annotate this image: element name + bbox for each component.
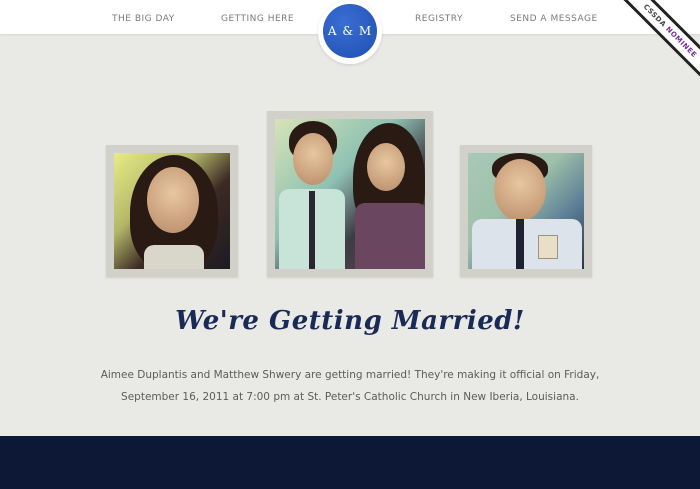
nav-link-registry[interactable]: REGISTRY [415,14,463,24]
footer-band [0,436,700,489]
monogram-badge[interactable]: A & M [318,0,382,64]
nav-link-send-a-message[interactable]: SEND A MESSAGE [510,14,598,24]
nav-link-the-big-day[interactable]: THE BIG DAY [112,14,175,24]
monogram-text: A & M [323,4,377,58]
photo-couple-icon [275,119,425,269]
photo-frame-couple [267,111,433,277]
photo-frame-aimee [106,145,238,277]
nav-link-getting-here[interactable]: GETTING HERE [221,14,294,24]
page-headline: We're Getting Married! [175,306,525,336]
photo-frame-matthew [460,145,592,277]
photo-aimee-icon [114,153,230,269]
photo-matthew-icon [468,153,584,269]
intro-paragraph: Aimee Duplantis and Matthew Shwery are g… [100,369,600,403]
